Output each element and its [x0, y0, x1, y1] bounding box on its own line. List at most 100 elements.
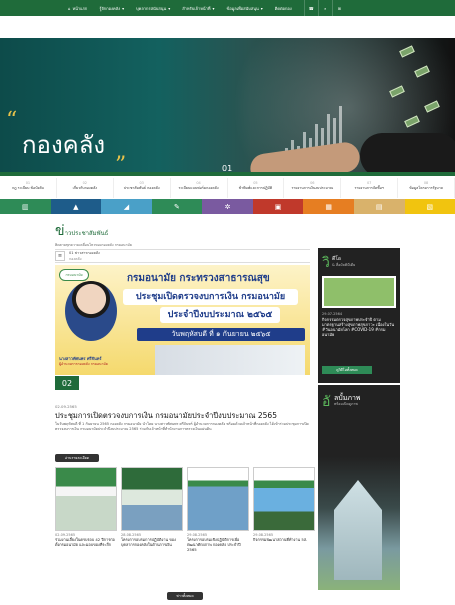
document-icon[interactable]: ▣ [252, 199, 304, 214]
nav-label: สำหรับเจ้าหน้าที่ [182, 5, 211, 11]
menu-num: 01 [25, 181, 31, 185]
news-thumb-image [121, 467, 183, 531]
video-date: 29.07.2564 [322, 312, 343, 316]
menu-num: 05 [253, 181, 258, 185]
nav-item-about[interactable]: รู้จักกองคลัง ▾ [93, 5, 130, 12]
section-big-letter: ข่ [55, 223, 65, 239]
menu-label: ระเบียบแบบฟอร์มกองคลัง [178, 186, 219, 190]
video-thumbnail[interactable] [322, 276, 396, 308]
featured-news-image[interactable]: กรมอนามัย กรมอนามัย กระทรวงสาธารณสุข ประ… [55, 265, 310, 375]
news-section-header: ข่าวประชาสัมพันธ์ ติดตามทุกความเคลื่อนไห… [55, 220, 132, 248]
chevron-down-icon: ▾ [122, 5, 125, 11]
nav-item-home[interactable]: ⌂ หน้าแรก [62, 5, 93, 12]
menu-label: รายงานการเงินงบประมาณ [291, 186, 334, 190]
category-menu: 01 กฎ ระเบียบ ข้อบังคับ 02 เกี่ยวกับกองคลั… [0, 178, 455, 198]
article-date: 02.09.2565 [55, 404, 77, 409]
hero-banner: “ กองคลัง ” 01 [0, 38, 455, 176]
video-panel: วิ ดีโอ & สื่อมัลติมีเดีย 29.07.2564 กิจ… [318, 248, 400, 383]
menu-num: 02 [82, 181, 88, 185]
category-label: 01 ข่าวสารกองคลังกองคลัง [69, 250, 100, 262]
chevron-down-icon: ▾ [260, 5, 263, 11]
news-card[interactable]: 29.08.2565 โครงการอบรมเชิงปฏิบัติการเพื่… [187, 467, 249, 557]
director-portrait [65, 281, 117, 341]
megaphone-icon[interactable]: ◢ [101, 199, 152, 214]
poster-org: กรมอนามัย กระทรวงสาธารณสุข [127, 273, 270, 284]
menu-label: ข้อมูลโครงการรัฐบาล [409, 186, 443, 190]
menu-item[interactable]: 07 รายงานการจัดซื้อฯ [341, 178, 399, 198]
menu-item[interactable]: 06 รายงานการเงินงบประมาณ [284, 178, 342, 198]
menu-num: 03 [139, 181, 144, 185]
menu-item[interactable]: 08 ข้อมูลโครงการรัฐบาล [398, 178, 455, 198]
nav-label: บุคลากรสนับสนุน [136, 5, 167, 11]
menu-label: ข้าพิมพ์และการปฏิบัติ [238, 186, 273, 190]
star-icon[interactable]: ▧ [404, 199, 455, 214]
banner-strip [0, 172, 455, 176]
meeting-photo [155, 345, 305, 375]
article-headline[interactable]: ประชุมการเปิดตรวจงบการเงิน กรมอนามัยประจ… [55, 410, 315, 422]
album-big-letter: อั [322, 394, 331, 410]
director-position: ผู้อำนวยการกองคลัง กรมอนามัย [59, 362, 108, 366]
news-card-title: ร่วมงานเลี้ยงในครบรอบ 42 ปีการก่อตั้งกรม… [55, 537, 115, 547]
gear-icon[interactable]: ✲ [202, 199, 253, 214]
nav-item-personnel[interactable]: บุคลากรสนับสนุน ▾ [130, 5, 176, 12]
icon-row: ▥ ▲ ◢ ✎ ✲ ▣ ▦ ▤ ▧ [0, 199, 455, 214]
album-subtitle: พร้อมเปิดดูภาพ [334, 402, 358, 406]
news-thumb-image [187, 467, 249, 531]
menu-item[interactable]: 02 เกี่ยวกับกองคลัง [57, 178, 114, 198]
news-card[interactable]: 29.08.2565 กิจกรรมพัฒนาสถานที่ทำงาน 5ส. [253, 467, 315, 557]
sitemap-icon[interactable]: ⊞ [331, 0, 346, 16]
menu-label: เกี่ยวกับกองคลัง [72, 186, 98, 190]
dept-logo: กรมอนามัย [59, 269, 89, 281]
tools-icon[interactable]: ✎ [151, 199, 203, 214]
home-icon: ⌂ [68, 5, 71, 11]
news-thumb-image [253, 467, 315, 531]
chevron-down-icon: ▾ [212, 5, 215, 11]
news-card-title: โครงการอบรมเชิงปฏิบัติการเพื่อพัฒนาศักยภ… [187, 537, 241, 552]
category-text: 01 ข่าวสารกองคลัง [69, 251, 100, 255]
menu-item[interactable]: 04 ระเบียบแบบฟอร์มกองคลัง [171, 178, 228, 198]
nav-item-staff[interactable]: สำหรับเจ้าหน้าที่ ▾ [176, 5, 220, 12]
search-icon[interactable]: ⌕ [317, 0, 332, 16]
nav-label: ติดต่อกอง [274, 5, 292, 11]
read-more-button[interactable]: อ่านรายละเอียด [55, 454, 99, 462]
category-sub: กองคลัง [69, 257, 82, 261]
news-thumb-image [55, 467, 117, 531]
all-videos-button[interactable]: ดูวิดีโอทั้งหมด [322, 366, 372, 374]
photo-album-panel[interactable]: อั ลบั้มภาพ พร้อมเปิดดูภาพ [318, 385, 400, 590]
all-news-button[interactable]: ข่าวทั้งหมด [167, 592, 203, 600]
suit-sleeve [360, 133, 455, 176]
nav-item-info[interactable]: ข้อมูลเพื่อสนับสนุน ▾ [220, 5, 268, 12]
video-big-letter: วิ [322, 255, 330, 271]
menu-label: รายงานการจัดซื้อฯ [354, 186, 384, 190]
menu-num: 07 [366, 181, 372, 185]
chevron-down-icon: ▾ [168, 5, 171, 11]
menu-num: 04 [196, 181, 201, 185]
building-image [334, 480, 382, 580]
video-subtitle: & สื่อมัลติมีเดีย [332, 263, 356, 267]
top-navigation: ⌂ หน้าแรก รู้จักกองคลัง ▾ บุคลากรสนับสนุน ▾… [0, 0, 455, 16]
article-date-badge: 02 [55, 376, 79, 390]
menu-icon[interactable]: ≡ [55, 251, 65, 261]
menu-item[interactable]: 03 ประชาสัมพันธ์ กองคลัง [114, 178, 171, 198]
news-card[interactable]: 28.08.2565 โครงการอบรมการปฏิบัติงาน ของบ… [121, 467, 183, 557]
news-category-bar: ≡ 01 ข่าวสารกองคลังกองคลัง [55, 249, 310, 263]
cart-icon[interactable]: ▦ [303, 199, 354, 214]
menu-item[interactable]: 05 ข้าพิมพ์และการปฏิบัติ [228, 178, 285, 198]
book-icon[interactable]: ▥ [0, 199, 51, 214]
menu-num: 06 [310, 181, 315, 185]
phone-icon[interactable]: ☎ [303, 0, 318, 16]
nav-label: หน้าแรก [72, 5, 88, 11]
news-card-title: โครงการอบรมการปฏิบัติงาน ของบุคลากรกองคล… [121, 537, 176, 547]
news-card[interactable]: 02.09.2565 ร่วมงานเลี้ยงในครบรอบ 42 ปีกา… [55, 467, 117, 557]
quote-open: “ [6, 108, 18, 133]
nav-label: ข้อมูลเพื่อสนับสนุน [226, 5, 259, 11]
folder-icon[interactable]: ▤ [353, 199, 405, 214]
banner-title: กองคลัง [22, 131, 106, 159]
section-title: าวประชาสัมพันธ์ [64, 230, 109, 237]
news-thumbnails: 02.09.2565 ร่วมงานเลี้ยงในครบรอบ 42 ปีกา… [55, 467, 315, 557]
menu-item[interactable]: 01 กฎ ระเบียบ ข้อบังคับ [0, 178, 57, 198]
nav-item-contact[interactable]: ติดต่อกอง [269, 5, 298, 12]
building-icon[interactable]: ▲ [50, 199, 102, 214]
poster-date: วันพฤหัสบดี ที่ ๑ กันยายน ๒๕๖๕ [137, 328, 305, 341]
video-caption[interactable]: กิจกรรมตรวจสุขภาพประจำปี ตามมาตรฐานสร้าง… [322, 317, 396, 337]
